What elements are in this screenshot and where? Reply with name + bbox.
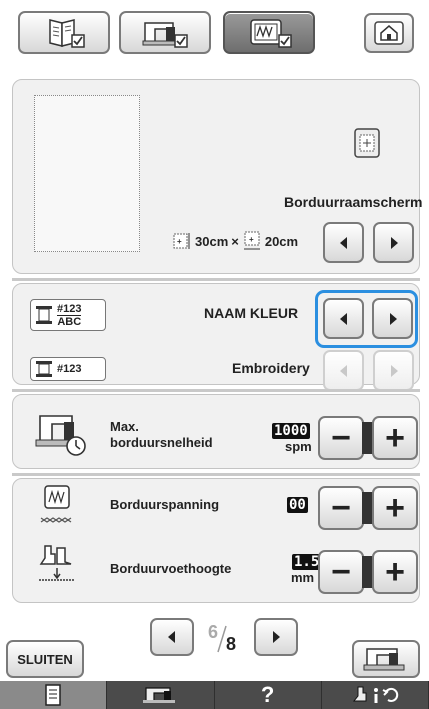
frame-height-value: 20cm — [264, 233, 299, 249]
page-next-button[interactable] — [254, 618, 298, 656]
thread-display-value: NAAM KLEUR — [204, 305, 299, 321]
max-speed-label-line2: borduursnelheid — [110, 435, 213, 450]
thread-display-prev-button[interactable] — [323, 298, 364, 339]
spool-icon — [36, 306, 52, 324]
tension-label: Borduurspanning — [110, 497, 220, 512]
presser-foot-info-icon — [352, 686, 399, 703]
arrow-left-icon — [339, 364, 347, 377]
max-speed-stepper: − + — [318, 416, 418, 460]
home-icon — [374, 21, 404, 45]
page-total: 8 — [226, 634, 237, 654]
arrow-right-icon — [389, 312, 397, 325]
thread-display-next-button[interactable] — [372, 298, 413, 339]
foot-height-unit: mm — [291, 570, 315, 585]
foot-height-stepper: − + — [318, 550, 418, 594]
foot-height-minus-button[interactable]: − — [318, 550, 364, 594]
section-divider — [12, 389, 420, 392]
thread-abc-tag: ABC — [57, 314, 82, 328]
thread-number-value: Embroidery — [232, 360, 310, 376]
frame-next-button[interactable] — [373, 222, 414, 263]
arrow-right-icon — [390, 364, 398, 377]
bottom-help-button[interactable]: ? — [215, 681, 322, 709]
section-divider — [12, 278, 420, 281]
foot-height-value: 1.5 — [292, 554, 322, 570]
svg-text:+: + — [249, 235, 254, 244]
bottom-foot-info-button[interactable] — [322, 681, 429, 709]
frame-prev-button[interactable] — [323, 222, 364, 263]
tab-embroidery-settings[interactable] — [223, 11, 315, 54]
page-slash — [217, 625, 227, 653]
close-button-label: SLUITEN — [17, 651, 73, 667]
tab-general-settings[interactable] — [18, 11, 110, 54]
tension-stepper: − + — [318, 486, 418, 530]
thread-number-icon: #123 — [30, 357, 106, 381]
tension-minus-button[interactable]: − — [318, 486, 364, 530]
thread-number-tag: #123 — [57, 302, 82, 315]
thread-display-icon: #123 ABC — [30, 299, 106, 331]
embroidery-frame-display-icon — [350, 126, 384, 160]
frame-width-value: 30cm — [195, 233, 229, 249]
home-button[interactable] — [364, 13, 414, 53]
svg-text:+: + — [177, 237, 182, 246]
arrow-right-icon — [273, 631, 280, 643]
presser-foot-icon — [34, 541, 80, 587]
page-indicator: 6 8 — [196, 622, 254, 656]
thread-number-tag: #123 — [57, 363, 82, 375]
sewing-machine-icon — [363, 648, 405, 671]
frame-size-readout: + 30cm × + 20cm — [172, 230, 298, 252]
settings-page-icon — [49, 18, 85, 48]
machine-view-button[interactable] — [352, 640, 420, 678]
page-prev-button[interactable] — [150, 618, 194, 656]
tension-value: 00 — [287, 497, 308, 513]
max-speed-label-line1: Max. — [110, 419, 139, 434]
help-icon: ? — [260, 682, 275, 707]
max-speed-plus-button[interactable]: + — [372, 416, 418, 460]
foot-height-plus-button[interactable]: + — [372, 550, 418, 594]
tension-plus-button[interactable]: + — [372, 486, 418, 530]
thread-number-next-button[interactable] — [373, 350, 414, 391]
document-icon — [45, 684, 61, 706]
frame-preview — [34, 95, 140, 252]
foot-height-label: Borduurvoethoogte — [110, 561, 232, 576]
speed-sewing-machine-icon — [30, 409, 92, 457]
max-speed-value: 1000 — [272, 423, 310, 439]
spool-icon — [36, 361, 52, 377]
thread-number-prev-button[interactable] — [323, 350, 364, 391]
arrow-left-icon — [339, 312, 347, 325]
embroidery-frame-icon — [250, 18, 292, 48]
bottom-tutorial-button[interactable] — [107, 681, 215, 709]
sewing-machine-icon — [143, 687, 176, 703]
close-button[interactable]: SLUITEN — [6, 640, 84, 678]
width-dimension-icon: + — [173, 233, 190, 249]
frame-size-separator: × — [231, 233, 239, 249]
max-speed-minus-button[interactable]: − — [318, 416, 364, 460]
section-divider — [12, 473, 420, 476]
tab-sewing-settings[interactable] — [119, 11, 211, 54]
bottom-settings-button[interactable] — [0, 681, 108, 709]
height-dimension-icon: + — [243, 231, 260, 250]
frame-display-label: Borduurraamscherm — [284, 194, 423, 210]
arrow-right-icon — [390, 236, 398, 249]
tension-frame-icon — [36, 484, 78, 528]
sewing-machine-icon — [142, 21, 188, 48]
arrow-left-icon — [168, 631, 175, 643]
bottom-bar: ? — [0, 681, 429, 709]
arrow-left-icon — [339, 236, 347, 249]
max-speed-unit: spm — [285, 439, 312, 454]
